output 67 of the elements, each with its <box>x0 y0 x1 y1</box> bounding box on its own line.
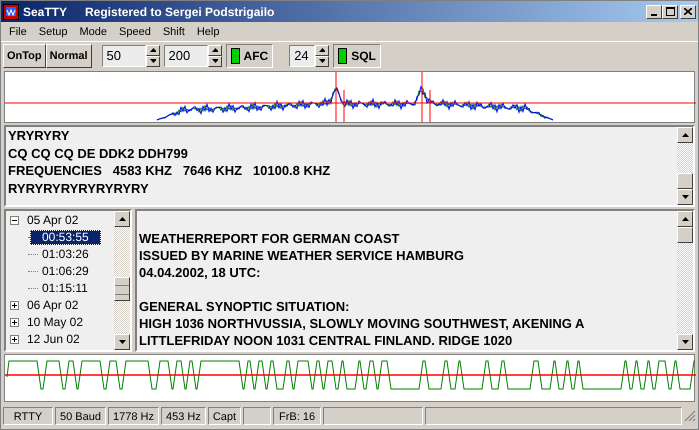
expander-icon[interactable] <box>10 335 19 344</box>
tree-item[interactable]: 00:53:55 <box>30 230 101 245</box>
expander-icon[interactable] <box>10 318 19 327</box>
down-arrow-icon[interactable] <box>682 340 688 344</box>
tree-item[interactable]: 06 Apr 02 <box>25 298 80 313</box>
status-field: 50 Baud <box>55 407 106 425</box>
close-icon <box>684 8 692 15</box>
text-line: YRYRYRY <box>8 127 70 144</box>
resize-grip-icon[interactable] <box>684 410 696 422</box>
tree-item[interactable]: 01:15:11 <box>40 281 90 296</box>
expander-icon[interactable] <box>10 216 19 225</box>
text-line: WEATHERREPORT FOR GERMAN COAST <box>139 230 400 247</box>
up-arrow-icon[interactable] <box>682 133 688 137</box>
text-line: LITTLEFRIDAY NOON 1031 CENTRAL FINLAND. RIDGE 1020 <box>139 332 514 349</box>
window-title: SeaTTY <box>23 4 68 18</box>
tree-item[interactable]: 05 Apr 02 <box>25 213 80 228</box>
toggle-button[interactable]: AFC <box>226 44 274 68</box>
status-field: RTTY <box>3 407 53 425</box>
expander-icon[interactable] <box>10 301 19 310</box>
status-field: FrB: 16 <box>273 407 322 425</box>
toolbar-button[interactable]: Normal <box>46 44 92 68</box>
tree-item[interactable]: 01:03:26 <box>40 247 91 262</box>
tree-item[interactable]: 01:06:29 <box>40 264 91 279</box>
menu-item[interactable]: Help <box>190 26 226 38</box>
text-line: RYRYRYRYRYRYRYRY <box>8 180 150 197</box>
status-field: Capt <box>208 407 242 425</box>
up-arrow-icon[interactable] <box>682 217 688 221</box>
maximize-icon <box>666 7 674 16</box>
spin-buttons[interactable] <box>315 44 330 66</box>
menu-item[interactable]: Mode <box>73 26 114 38</box>
number-field[interactable]: 24 <box>289 44 316 66</box>
toggle-button[interactable]: SQL <box>333 44 381 68</box>
scrollbar-thumb[interactable] <box>677 227 693 243</box>
status-field: 1778 Hz <box>108 407 159 425</box>
text-line: ISSUED BY MARINE WEATHER SERVICE HAMBURG <box>139 247 466 264</box>
toolbar-button[interactable]: OnTop <box>3 44 46 68</box>
spin-buttons[interactable] <box>146 44 160 66</box>
number-field[interactable]: 50 <box>102 44 146 66</box>
scrollbar[interactable] <box>677 127 693 205</box>
text-line: FREQUENCIES 4583 KHZ 7646 KHZ 10100.8 KHZ <box>8 162 332 180</box>
minimize-icon <box>651 14 657 16</box>
tree-item[interactable]: 10 May 02 <box>25 315 86 330</box>
text-line: 04.04.2002, 18 UTC: <box>139 264 262 281</box>
tree-item[interactable]: 12 Jun 02 <box>25 332 82 347</box>
number-field[interactable]: 200 <box>164 44 208 66</box>
maximize-button[interactable] <box>662 4 678 18</box>
status-field: 453 Hz <box>160 407 206 425</box>
status-panel <box>243 407 272 425</box>
spin-buttons[interactable] <box>208 44 222 66</box>
scrollbar[interactable] <box>677 211 693 350</box>
minimize-button[interactable] <box>646 4 662 18</box>
app-icon <box>3 4 19 20</box>
scrollbar-thumb[interactable] <box>677 173 693 189</box>
down-arrow-icon[interactable] <box>118 340 126 344</box>
menu-item[interactable]: File <box>3 26 33 38</box>
window-subtitle: Registered to Sergei Podstrigailo <box>85 4 274 18</box>
menu-item[interactable]: Speed <box>113 26 157 38</box>
text-line: HIGH 1036 NORTHVUSSIA, SLOWLY MOVING SOUTHWEST, AKENING A <box>139 315 586 332</box>
up-arrow-icon[interactable] <box>118 217 126 221</box>
close-button[interactable] <box>680 4 696 18</box>
menu-item[interactable]: Shift <box>156 26 191 38</box>
text-line: GENERAL SYNOPTIC SITUATION: <box>139 298 350 315</box>
text-line: CQ CQ CQ DE DDK2 DDH799 <box>8 144 189 162</box>
menu-item[interactable]: Setup <box>32 26 74 38</box>
down-arrow-icon[interactable] <box>682 195 688 199</box>
scrollbar[interactable] <box>114 211 130 350</box>
scrollbar-thumb[interactable] <box>114 277 130 301</box>
